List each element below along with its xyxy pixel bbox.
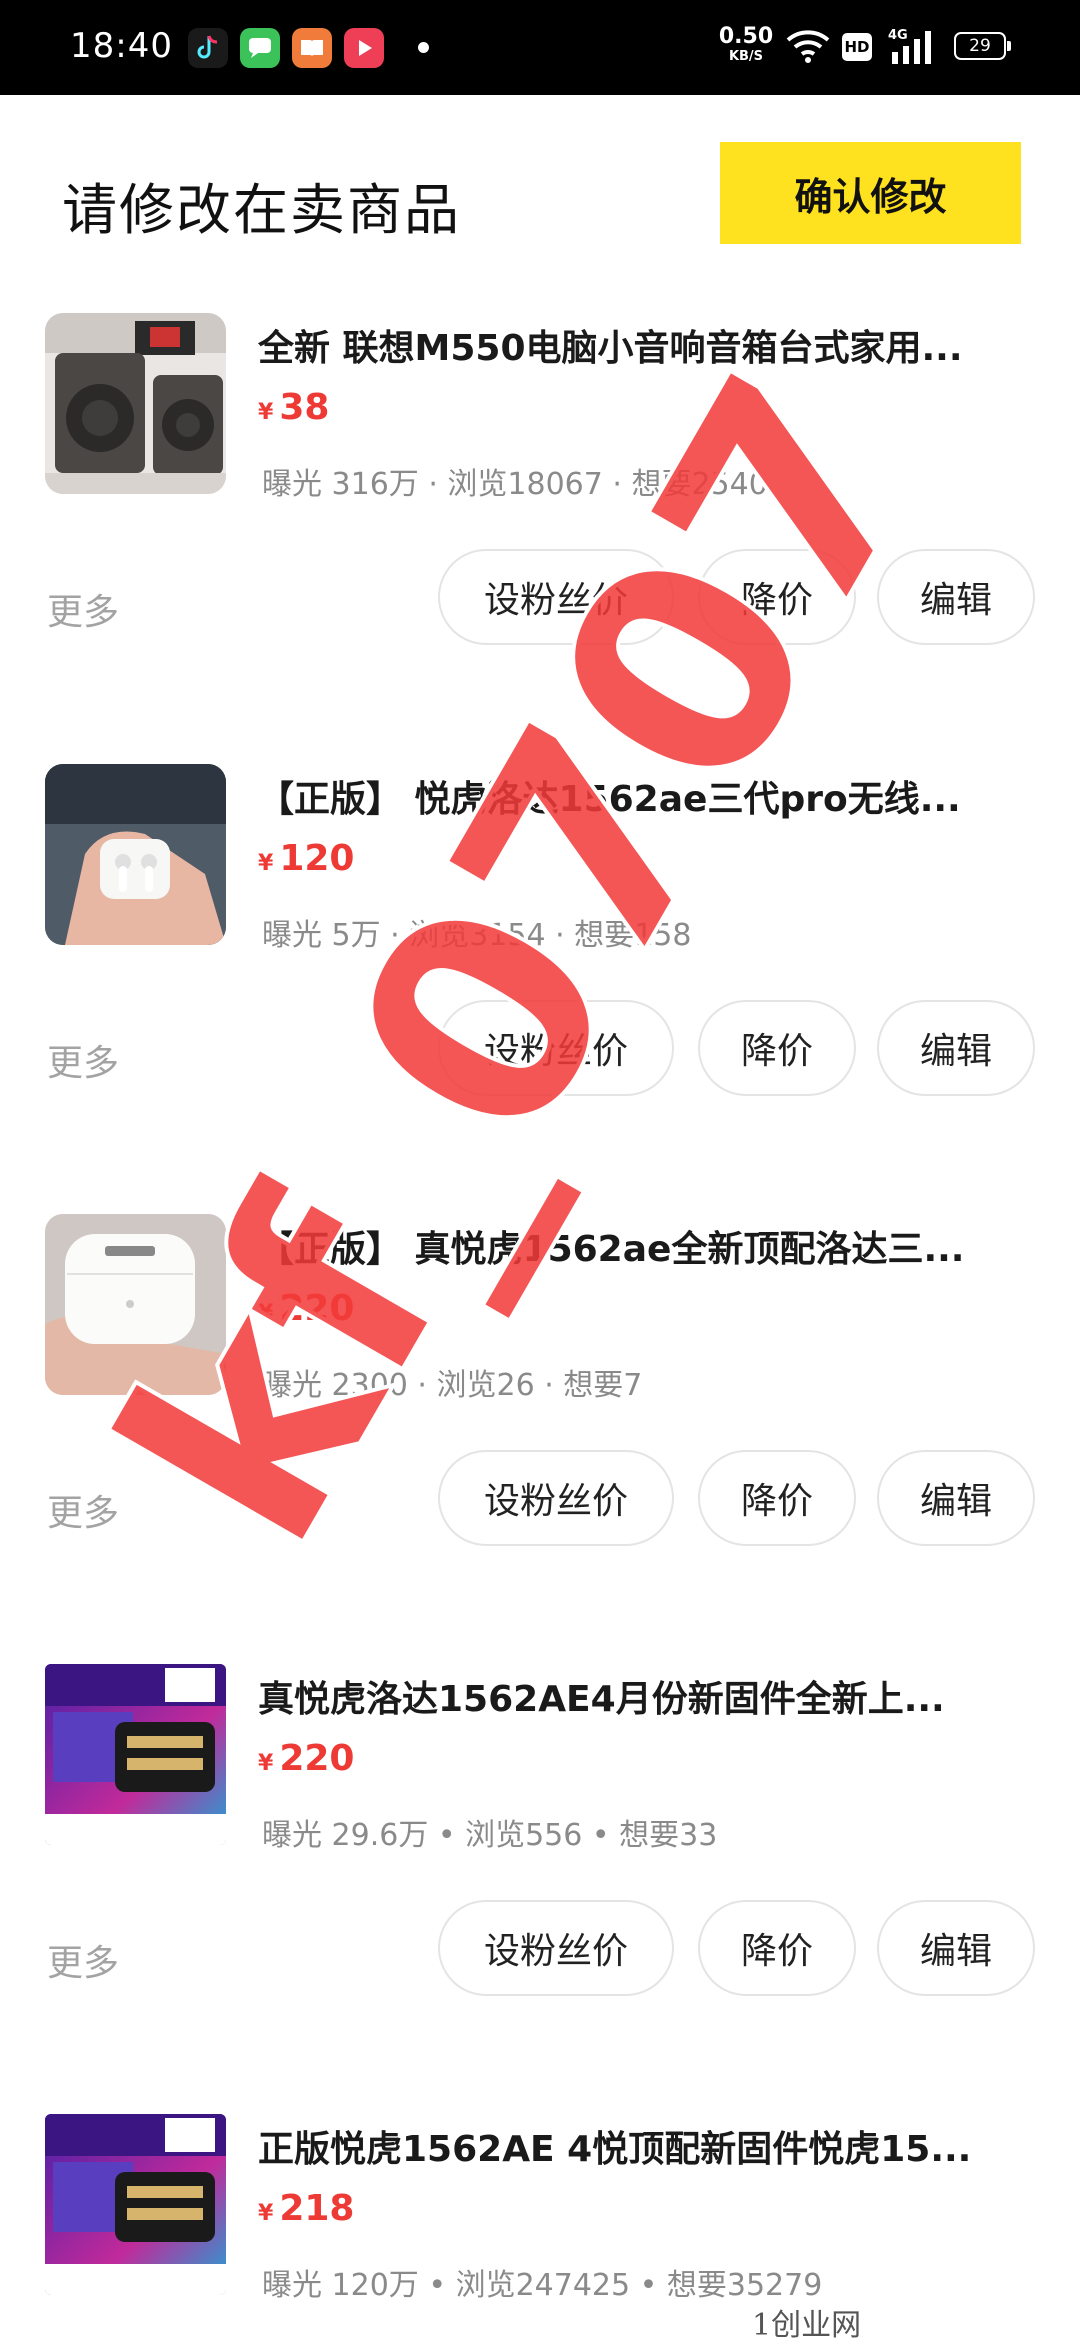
hd-icon: HD: [842, 33, 872, 61]
item-stats: 曝光 316万 · 浏览18067 · 想要2540: [262, 467, 768, 502]
item-title[interactable]: 【正版】 真悦虎1562ae全新顶配洛达三...: [258, 1220, 1038, 1272]
set-fan-price-button[interactable]: 设粉丝价: [438, 1900, 674, 1996]
more-button[interactable]: 更多: [47, 1934, 119, 1986]
item-price: ¥38: [258, 387, 330, 428]
edit-button[interactable]: 编辑: [877, 1900, 1035, 1996]
edit-button[interactable]: 编辑: [877, 1450, 1035, 1546]
battery-icon: 29: [954, 32, 1011, 60]
item-price: ¥220: [258, 1738, 355, 1779]
reduce-price-button[interactable]: 降价: [698, 1450, 856, 1546]
set-fan-price-button[interactable]: 设粉丝价: [438, 1450, 674, 1546]
item-title[interactable]: 全新 联想M550电脑小音响音箱台式家用...: [258, 319, 1038, 371]
more-button[interactable]: 更多: [47, 1034, 119, 1086]
set-fan-price-button[interactable]: 设粉丝价: [438, 549, 674, 645]
tiktok-icon: [188, 28, 228, 68]
chat-icon: [240, 28, 280, 68]
network-speed: 0.50 KB/S: [718, 24, 774, 64]
more-button[interactable]: 更多: [47, 1484, 119, 1536]
item-title[interactable]: 正版悦虎1562AE 4悦顶配新固件悦虎15...: [258, 2120, 1038, 2172]
video-icon: [344, 28, 384, 68]
wifi-icon: [786, 30, 830, 63]
svg-text:4G: 4G: [888, 28, 908, 43]
product-item[interactable]: 【正版】 真悦虎1562ae全新顶配洛达三... ¥220 曝光 2300 · …: [0, 1214, 1080, 1665]
product-item[interactable]: 【正版】 悦虎洛达1562ae三代pro无线... ¥120 曝光 5万 · 浏…: [0, 764, 1080, 1215]
status-time: 18:40: [70, 26, 173, 66]
item-stats: 曝光 29.6万 • 浏览556 • 想要33: [262, 1818, 718, 1853]
set-fan-price-button[interactable]: 设粉丝价: [438, 1000, 674, 1096]
reduce-price-button[interactable]: 降价: [698, 549, 856, 645]
notification-dot-icon: [418, 42, 429, 53]
product-item[interactable]: 全新 联想M550电脑小音响音箱台式家用... ¥38 曝光 316万 · 浏览…: [0, 313, 1080, 764]
more-button[interactable]: 更多: [47, 583, 119, 635]
item-price: ¥120: [258, 838, 355, 879]
earbuds-case-thumbnail[interactable]: [45, 1214, 226, 1395]
reduce-price-button[interactable]: 降价: [698, 1000, 856, 1096]
item-stats: 曝光 5万 · 浏览3154 · 想要158: [262, 918, 692, 953]
item-title[interactable]: 【正版】 悦虎洛达1562ae三代pro无线...: [258, 770, 1038, 822]
confirm-edit-button[interactable]: 确认修改: [720, 142, 1021, 244]
earbuds-hand-thumbnail[interactable]: [45, 764, 226, 945]
status-bar: 18:40 0.50 KB/S HD 4G 29: [0, 0, 1080, 95]
reduce-price-button[interactable]: 降价: [698, 1900, 856, 1996]
promo-poster-thumbnail[interactable]: [45, 1664, 226, 1845]
speaker-thumbnail[interactable]: [45, 313, 226, 494]
item-price: ¥220: [258, 1288, 355, 1329]
page-title: 请修改在卖商品: [62, 178, 462, 242]
signal-icon: 4G: [888, 28, 931, 64]
item-stats: 曝光 2300 · 浏览26 · 想要7: [262, 1368, 643, 1403]
item-stats: 曝光 120万 • 浏览247425 • 想要35279: [262, 2268, 823, 2303]
product-item[interactable]: 真悦虎洛达1562AE4月份新固件全新上... ¥220 曝光 29.6万 • …: [0, 1664, 1080, 2115]
site-watermark: 1创业网www.cywz1.com: [752, 2308, 862, 2340]
promo-poster-thumbnail[interactable]: [45, 2114, 226, 2295]
book-icon: [292, 28, 332, 68]
item-title[interactable]: 真悦虎洛达1562AE4月份新固件全新上...: [258, 1670, 1038, 1722]
item-price: ¥218: [258, 2188, 355, 2229]
edit-button[interactable]: 编辑: [877, 549, 1035, 645]
edit-button[interactable]: 编辑: [877, 1000, 1035, 1096]
